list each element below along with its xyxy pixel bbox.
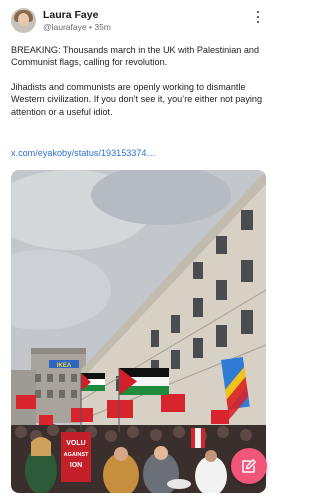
post-paragraph-1: BREAKING: Thousands march in the UK with… [11, 45, 260, 68]
more-vertical-icon[interactable] [255, 11, 261, 29]
post-paragraph-2: Jihadists and communists are openly work… [11, 82, 263, 117]
post-image[interactable]: IKEA VOLU AGAINST ION [11, 170, 266, 493]
shop-sign: IKEA [57, 363, 72, 369]
placard-line-1: VOLU [66, 440, 85, 447]
compose-button[interactable] [231, 448, 267, 484]
compose-icon [242, 459, 256, 473]
post-link[interactable]: x.com/eyakoby/status/193153374… [11, 148, 156, 158]
post-time: 35m [94, 22, 111, 32]
post-meta: @laurafaye • 35m [43, 22, 111, 32]
placard-line-2: AGAINST [64, 452, 89, 458]
avatar[interactable] [11, 8, 36, 33]
protest-photo: IKEA VOLU AGAINST ION [11, 170, 266, 493]
author-name[interactable]: Laura Faye [43, 9, 98, 21]
post-card: Laura Faye @laurafaye • 35m BREAKING: Th… [0, 0, 277, 500]
post-text: BREAKING: Thousands march in the UK with… [11, 44, 269, 130]
meta-separator: • [88, 22, 92, 32]
author-handle[interactable]: @laurafaye [43, 22, 87, 32]
placard-line-3: ION [70, 462, 82, 469]
